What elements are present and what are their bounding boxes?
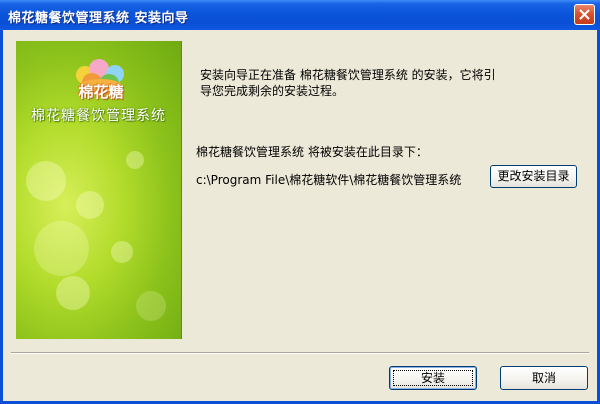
cancel-button[interactable]: 取消 [500, 366, 588, 390]
title-bar[interactable]: 棉花糖餐饮管理系统 安装向导 [0, 0, 600, 30]
product-banner: 棉花糖 棉花糖餐饮管理系统 [16, 41, 182, 339]
installer-window: 棉花糖餐饮管理系统 安装向导 棉花糖 棉花糖餐饮管理系统 安装向导正在准备 棉花… [0, 0, 600, 404]
close-icon [579, 9, 590, 20]
install-target-label: 棉花糖餐饮管理系统 将被安装在此目录下： [196, 145, 428, 159]
intro-line-1: 安装向导正在准备 棉花糖餐饮管理系统 的安装，它将引 [200, 68, 496, 82]
install-button[interactable]: 安装 [389, 366, 477, 390]
separator [11, 352, 589, 354]
intro-line-2: 导您完成剩余的安装过程。 [200, 84, 345, 98]
banner-product-name: 棉花糖餐饮管理系统 [31, 108, 166, 124]
focus-rect [393, 370, 473, 386]
logo: 棉花糖 [71, 59, 131, 101]
intro-text: 安装向导正在准备 棉花糖餐饮管理系统 的安装，它将引 导您完成剩余的安装过程。 [200, 67, 530, 99]
window-title: 棉花糖餐饮管理系统 安装向导 [8, 11, 189, 26]
logo-text: 棉花糖 [78, 83, 124, 101]
dialog-body: 棉花糖 棉花糖餐饮管理系统 安装向导正在准备 棉花糖餐饮管理系统 的安装，它将引… [3, 30, 597, 401]
install-path: c:\Program File\棉花糖软件\棉花糖餐饮管理系统 [196, 173, 462, 187]
change-directory-button[interactable]: 更改安装目录 [490, 165, 577, 188]
close-button[interactable] [574, 4, 595, 25]
